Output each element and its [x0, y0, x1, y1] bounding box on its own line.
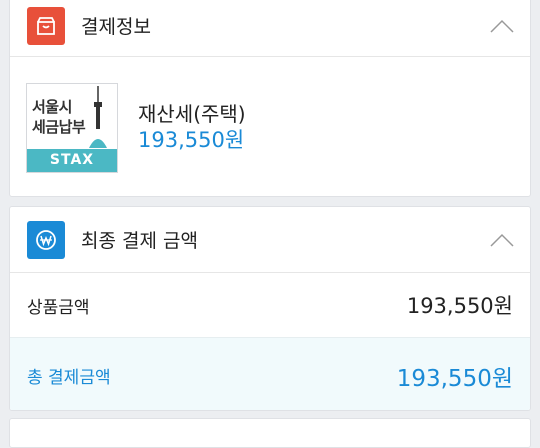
- won-icon: [27, 220, 65, 259]
- payment-info-title: 결제정보: [81, 16, 151, 38]
- chevron-up-icon[interactable]: [490, 233, 514, 247]
- total-amount-row: 총 결제금액 193,550원: [10, 337, 530, 410]
- item-price: 193,550원: [138, 127, 245, 152]
- total-amount-value: 193,550원: [396, 365, 513, 392]
- product-amount-row: 상품금액 193,550원: [10, 273, 530, 337]
- product-amount-value: 193,550원: [406, 294, 513, 318]
- final-amount-card: 최종 결제 금액 상품금액 193,550원 총 결제금액 193,550원: [9, 206, 531, 411]
- chevron-up-icon[interactable]: [490, 19, 514, 33]
- payment-item: 서울시 세금납부 STAX 재산세(주택) 193,550원: [10, 57, 530, 196]
- next-card: [9, 418, 531, 448]
- final-amount-header[interactable]: 최종 결제 금액: [10, 207, 530, 273]
- stax-brand-text: STAX: [49, 152, 95, 168]
- payment-info-card: 결제정보 서울시 세금납부 STAX 재산세(주택) 193,550원: [9, 0, 531, 197]
- shopping-bag-icon: [27, 6, 65, 45]
- product-amount-label: 상품금액: [27, 297, 90, 318]
- thumb-line-2: 세금납부: [32, 117, 86, 136]
- payment-info-header[interactable]: 결제정보: [10, 0, 530, 57]
- thumb-line-1: 서울시: [32, 97, 72, 116]
- stax-logo-thumbnail: 서울시 세금납부 STAX: [26, 82, 118, 173]
- total-amount-label: 총 결제금액: [27, 368, 111, 388]
- stax-band: STAX: [27, 148, 117, 172]
- tower-icon: [89, 85, 107, 148]
- item-name: 재산세(주택): [138, 101, 246, 126]
- final-amount-title: 최종 결제 금액: [81, 230, 198, 252]
